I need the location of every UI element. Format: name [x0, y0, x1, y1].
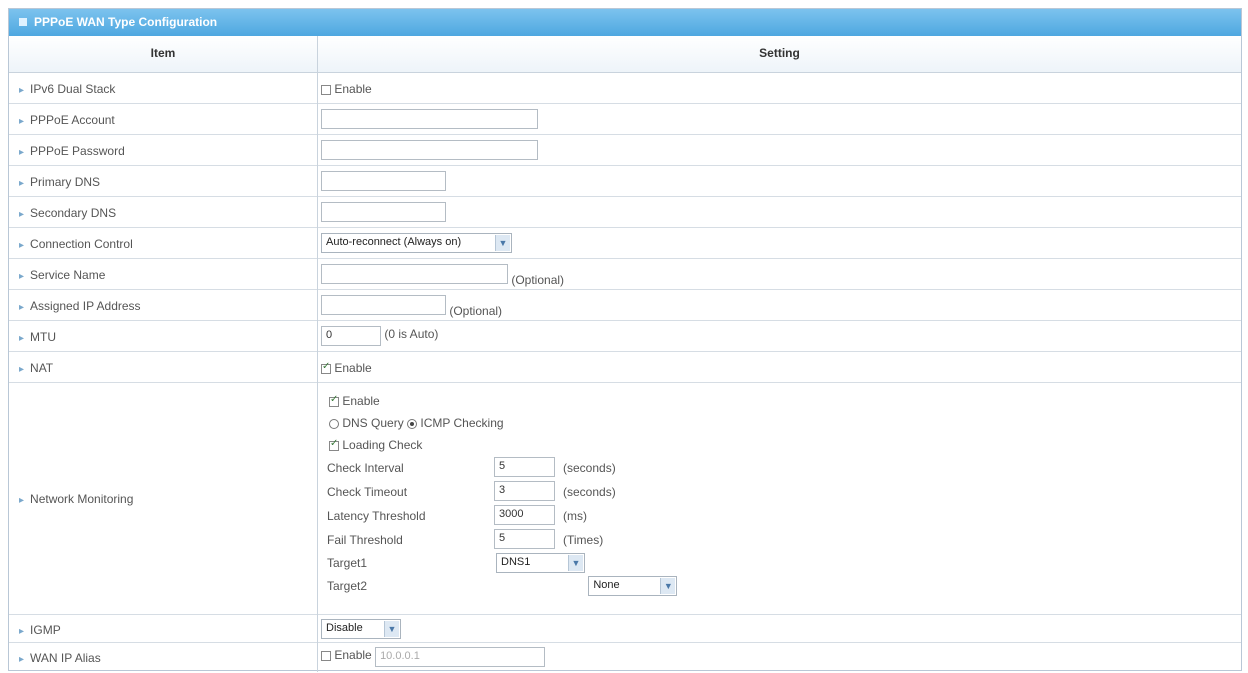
fail-threshold-input[interactable]: 5: [494, 529, 555, 549]
target1-label: Target1: [327, 556, 368, 570]
chevron-down-icon[interactable]: ▼: [660, 578, 676, 594]
loading-check-label: Loading Check: [342, 438, 423, 452]
row-network-monitoring: Network Monitoring Enable DNS Query ICMP…: [9, 383, 1241, 615]
row-label-secondary-dns: Secondary DNS: [19, 206, 116, 220]
target1-select[interactable]: DNS1 ▼: [496, 553, 585, 573]
check-timeout-unit: (seconds): [563, 485, 616, 499]
row-connection-control: Connection Control Auto-reconnect (Alway…: [9, 228, 1241, 259]
monitoring-enable-label: Enable: [342, 394, 380, 408]
panel-collapse-icon[interactable]: [19, 18, 27, 26]
wan-alias-enable-label: Enable: [334, 648, 372, 662]
row-service-name: Service Name (Optional): [9, 259, 1241, 290]
row-igmp: IGMP Disable ▼: [9, 615, 1241, 643]
row-label-primary-dns: Primary DNS: [19, 175, 100, 189]
row-label-igmp: IGMP: [19, 623, 61, 637]
service-name-hint: (Optional): [511, 273, 565, 287]
row-label-mtu: MTU: [19, 330, 56, 344]
row-label-ipv6: IPv6 Dual Stack: [19, 82, 115, 96]
monitoring-enable-checkbox[interactable]: [329, 394, 339, 407]
ipv6-enable-checkbox[interactable]: [321, 84, 331, 95]
assigned-ip-input[interactable]: [321, 295, 446, 315]
pppoe-config-panel: PPPoE WAN Type Configuration Item Settin…: [8, 8, 1242, 672]
panel-title: PPPoE WAN Type Configuration: [34, 15, 218, 29]
mtu-hint: (0 is Auto): [384, 327, 439, 341]
nat-enable-label: Enable: [334, 361, 372, 375]
primary-dns-input[interactable]: [321, 171, 446, 191]
target2-value: None: [593, 579, 620, 591]
panel-title-bar: PPPoE WAN Type Configuration: [9, 9, 1241, 36]
assigned-ip-hint: (Optional): [449, 304, 503, 318]
ipv6-enable-label: Enable: [334, 82, 372, 96]
header-item: Item: [150, 46, 176, 60]
dns-query-radio[interactable]: [329, 418, 339, 429]
column-divider: [317, 36, 318, 672]
target2-label: Target2: [327, 579, 368, 593]
igmp-value: Disable: [326, 622, 363, 634]
target2-select[interactable]: None ▼: [588, 576, 678, 596]
chevron-down-icon[interactable]: ▼: [384, 621, 399, 637]
pppoe-account-input[interactable]: [321, 109, 538, 129]
row-mtu: MTU 0 (0 is Auto): [9, 321, 1241, 352]
wan-alias-enable-checkbox[interactable]: [321, 650, 331, 661]
row-ipv6-dual-stack: IPv6 Dual Stack Enable: [9, 73, 1241, 104]
row-label-wan-alias: WAN IP Alias: [19, 651, 101, 665]
row-wan-ip-alias: WAN IP Alias Enable 10.0.0.1: [9, 643, 1241, 672]
table-header: Item Setting: [9, 36, 1241, 73]
row-label-password: PPPoE Password: [19, 144, 125, 158]
row-pppoe-password: PPPoE Password: [9, 135, 1241, 166]
latency-threshold-input[interactable]: 3000: [494, 505, 555, 525]
row-label-connection-control: Connection Control: [19, 237, 133, 251]
row-label-account: PPPoE Account: [19, 113, 115, 127]
check-timeout-label: Check Timeout: [327, 485, 408, 499]
icmp-checking-radio[interactable]: [407, 418, 418, 429]
row-nat: NAT Enable: [9, 352, 1241, 383]
fail-threshold-label: Fail Threshold: [327, 533, 403, 547]
igmp-select[interactable]: Disable ▼: [321, 619, 401, 639]
target1-value: DNS1: [501, 556, 531, 568]
pppoe-password-input[interactable]: [321, 140, 538, 160]
row-label-nat: NAT: [19, 361, 53, 375]
row-secondary-dns: Secondary DNS: [9, 197, 1241, 228]
service-name-input[interactable]: [321, 264, 508, 284]
fail-threshold-unit: (Times): [563, 533, 604, 547]
loading-check-checkbox[interactable]: [329, 438, 339, 451]
connection-control-value: Auto-reconnect (Always on): [326, 236, 462, 248]
check-interval-unit: (seconds): [563, 461, 616, 475]
chevron-down-icon[interactable]: ▼: [568, 555, 583, 571]
check-interval-label: Check Interval: [327, 461, 404, 475]
header-setting: Setting: [759, 46, 800, 60]
row-assigned-ip: Assigned IP Address (Optional): [9, 290, 1241, 321]
secondary-dns-input[interactable]: [321, 202, 446, 222]
row-pppoe-account: PPPoE Account: [9, 104, 1241, 135]
check-timeout-input[interactable]: 3: [494, 481, 555, 501]
row-label-assigned-ip: Assigned IP Address: [19, 299, 141, 313]
check-interval-input[interactable]: 5: [494, 457, 555, 477]
connection-control-select[interactable]: Auto-reconnect (Always on) ▼: [321, 233, 512, 253]
mtu-input[interactable]: 0: [321, 326, 381, 346]
icmp-checking-label: ICMP Checking: [420, 416, 504, 430]
nat-enable-checkbox[interactable]: [321, 361, 331, 374]
wan-alias-input[interactable]: 10.0.0.1: [375, 647, 546, 667]
row-primary-dns: Primary DNS: [9, 166, 1241, 197]
row-label-network-monitoring: Network Monitoring: [19, 492, 133, 506]
dns-query-label: DNS Query: [342, 416, 404, 430]
row-label-service-name: Service Name: [19, 268, 105, 282]
latency-threshold-unit: (ms): [563, 509, 587, 523]
latency-threshold-label: Latency Threshold: [327, 509, 426, 523]
chevron-down-icon[interactable]: ▼: [495, 235, 510, 251]
